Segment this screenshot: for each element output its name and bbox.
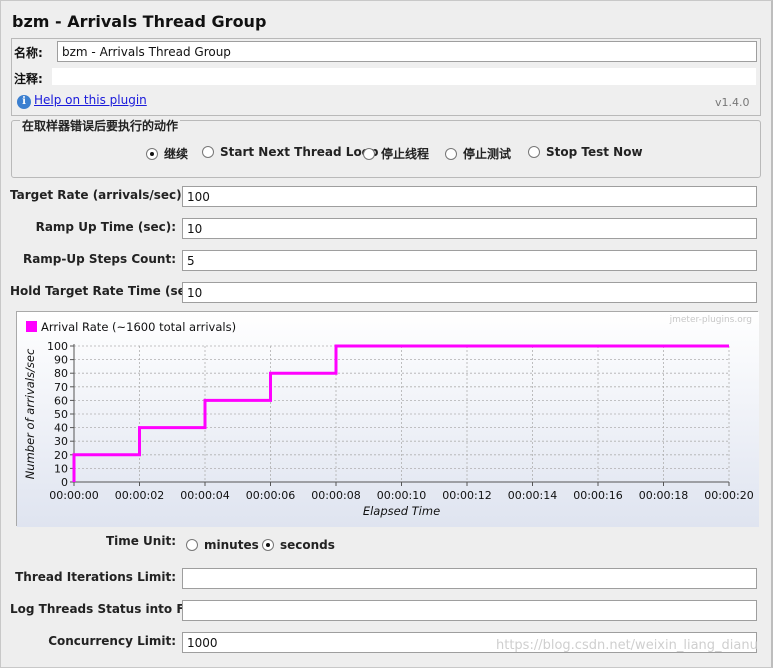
- ramp-steps-label: Ramp-Up Steps Count:: [22, 252, 176, 266]
- version-label: v1.4.0: [715, 96, 750, 109]
- radio-start-next-loop[interactable]: Start Next Thread Loop: [202, 145, 379, 159]
- info-icon: i: [17, 95, 31, 109]
- x-tick-label: 00:00:00: [49, 489, 98, 502]
- comment-label: 注释:: [14, 72, 43, 86]
- x-tick-label: 00:00:10: [377, 489, 426, 502]
- time-unit-label: Time Unit:: [105, 534, 176, 548]
- y-tick-label: 0: [61, 476, 68, 489]
- legend-swatch: [26, 321, 37, 332]
- x-tick-label: 00:00:12: [442, 489, 491, 502]
- radio-seconds[interactable]: seconds: [262, 538, 335, 552]
- radio-start-next-loop-label: Start Next Thread Loop: [220, 145, 379, 159]
- arrival-rate-chart: jmeter-plugins.org Arrival Rate (~1600 to…: [16, 311, 759, 527]
- radio-minutes[interactable]: minutes: [186, 538, 259, 552]
- radio-stop-thread[interactable]: 停止线程: [363, 145, 429, 162]
- help-link[interactable]: Help on this plugin: [34, 93, 147, 107]
- y-tick-label: 90: [54, 354, 68, 367]
- name-label: 名称:: [14, 46, 43, 60]
- y-tick-label: 100: [47, 340, 68, 353]
- y-tick-label: 50: [54, 408, 68, 421]
- y-axis-title: Number of arrivals/sec: [23, 348, 37, 479]
- radio-start-next-loop-indicator: [202, 146, 214, 158]
- y-tick-label: 10: [54, 462, 68, 475]
- log-file-label: Log Threads Status into File:: [10, 602, 206, 616]
- radio-stop-thread-label: 停止线程: [381, 147, 430, 161]
- y-tick-label: 70: [54, 381, 68, 394]
- x-tick-label: 00:00:14: [508, 489, 557, 502]
- radio-seconds-indicator: [262, 539, 274, 551]
- radio-stop-test-label: 停止测试: [463, 147, 512, 161]
- radio-minutes-label: minutes: [204, 538, 259, 552]
- legend-label: Arrival Rate (~1600 total arrivals): [41, 320, 236, 334]
- radio-stop-test-now-label: Stop Test Now: [546, 145, 643, 159]
- y-tick-label: 60: [54, 394, 68, 407]
- name-field[interactable]: bzm - Arrivals Thread Group: [57, 41, 757, 62]
- target-rate-label: Target Rate (arrivals/sec):: [10, 188, 187, 202]
- iterations-label: Thread Iterations Limit:: [15, 570, 176, 584]
- chart-svg: jmeter-plugins.org Arrival Rate (~1600 to…: [17, 312, 759, 527]
- x-axis-title: Elapsed Time: [363, 504, 440, 518]
- radio-continue-indicator: [146, 148, 158, 160]
- radio-minutes-indicator: [186, 539, 198, 551]
- concurrency-label: Concurrency Limit:: [48, 634, 176, 648]
- y-tick-label: 40: [54, 422, 68, 435]
- radio-seconds-label: seconds: [280, 538, 335, 552]
- x-tick-label: 00:00:18: [639, 489, 688, 502]
- page-watermark: https://blog.csdn.net/weixin_liang_dianu: [496, 638, 758, 653]
- x-tick-label: 00:00:20: [704, 489, 753, 502]
- sampler-error-title: 在取样器错误后要执行的动作: [20, 117, 181, 134]
- ramp-steps-input[interactable]: 5: [182, 250, 757, 271]
- ramp-up-label: Ramp Up Time (sec):: [35, 220, 176, 234]
- y-tick-label: 20: [54, 449, 68, 462]
- target-rate-input[interactable]: 100: [182, 186, 757, 207]
- hold-time-label: Hold Target Rate Time (sec):: [10, 284, 204, 298]
- radio-continue-label: 继续: [164, 147, 189, 161]
- iterations-input[interactable]: [182, 568, 757, 589]
- radio-stop-test[interactable]: 停止测试: [445, 145, 511, 162]
- panel-title: bzm - Arrivals Thread Group: [12, 12, 267, 31]
- radio-stop-test-now-indicator: [528, 146, 540, 158]
- hold-time-input[interactable]: 10: [182, 282, 757, 303]
- x-tick-label: 00:00:04: [180, 489, 229, 502]
- y-tick-label: 30: [54, 435, 68, 448]
- radio-stop-test-indicator: [445, 148, 457, 160]
- y-tick-label: 80: [54, 367, 68, 380]
- x-tick-label: 00:00:02: [115, 489, 164, 502]
- radio-stop-thread-indicator: [363, 148, 375, 160]
- chart-watermark: jmeter-plugins.org: [669, 315, 752, 325]
- log-file-input[interactable]: [182, 600, 757, 621]
- comment-field[interactable]: [52, 68, 756, 85]
- x-tick-label: 00:00:06: [246, 489, 295, 502]
- ramp-up-input[interactable]: 10: [182, 218, 757, 239]
- x-tick-label: 00:00:16: [573, 489, 622, 502]
- radio-continue[interactable]: 继续: [146, 145, 188, 162]
- x-tick-label: 00:00:08: [311, 489, 360, 502]
- radio-stop-test-now[interactable]: Stop Test Now: [528, 145, 643, 159]
